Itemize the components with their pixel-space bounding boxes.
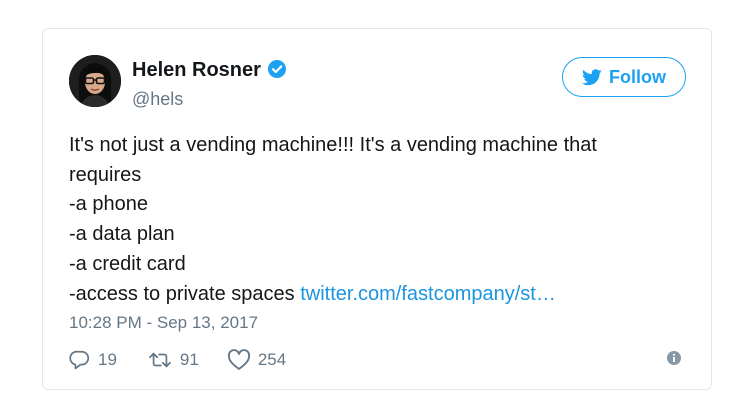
avatar-image bbox=[69, 55, 121, 107]
reply-count: 19 bbox=[98, 350, 117, 369]
follow-button-label: Follow bbox=[609, 66, 666, 87]
tweet-text-last-line: -access to private spaces twitter.com/fa… bbox=[69, 280, 689, 310]
twitter-bird-icon bbox=[582, 68, 602, 86]
tweet-link[interactable]: twitter.com/fastcompany/st… bbox=[300, 283, 556, 305]
avatar[interactable] bbox=[69, 55, 121, 107]
tweet-text-line: -a data plan bbox=[69, 223, 175, 246]
tweet-timestamp[interactable]: 10:28 PM - Sep 13, 2017 bbox=[69, 313, 258, 333]
author-display-name[interactable]: Helen Rosner bbox=[132, 59, 261, 81]
retweet-icon bbox=[147, 349, 173, 371]
like-button[interactable]: 254 bbox=[227, 349, 286, 371]
verified-badge-icon bbox=[267, 59, 287, 85]
like-count: 254 bbox=[257, 350, 287, 369]
info-icon[interactable] bbox=[666, 350, 682, 366]
tweet-text: It's not just a vending machine!!! It's … bbox=[69, 131, 689, 309]
author-name-row[interactable]: Helen Rosner bbox=[132, 59, 287, 85]
tweet-text-line: requires bbox=[69, 163, 142, 186]
author-handle[interactable]: @hels bbox=[132, 89, 183, 110]
tweet-card: Helen Rosner @hels Follow It's not just … bbox=[42, 28, 712, 390]
retweet-count: 91 bbox=[179, 350, 199, 369]
reply-button[interactable]: 19 bbox=[69, 349, 117, 371]
tweet-actions: 19 91 254 bbox=[69, 349, 286, 371]
heart-icon bbox=[227, 349, 251, 371]
reply-icon bbox=[69, 349, 91, 371]
follow-button[interactable]: Follow bbox=[562, 57, 686, 97]
tweet-text-line: -a credit card bbox=[69, 252, 186, 275]
tweet-text-line: It's not just a vending machine!!! It's … bbox=[69, 134, 597, 156]
tweet-text-segment: -access to private spaces bbox=[69, 282, 301, 305]
retweet-button[interactable]: 91 bbox=[147, 349, 199, 371]
tweet-text-line: -a phone bbox=[69, 193, 148, 216]
